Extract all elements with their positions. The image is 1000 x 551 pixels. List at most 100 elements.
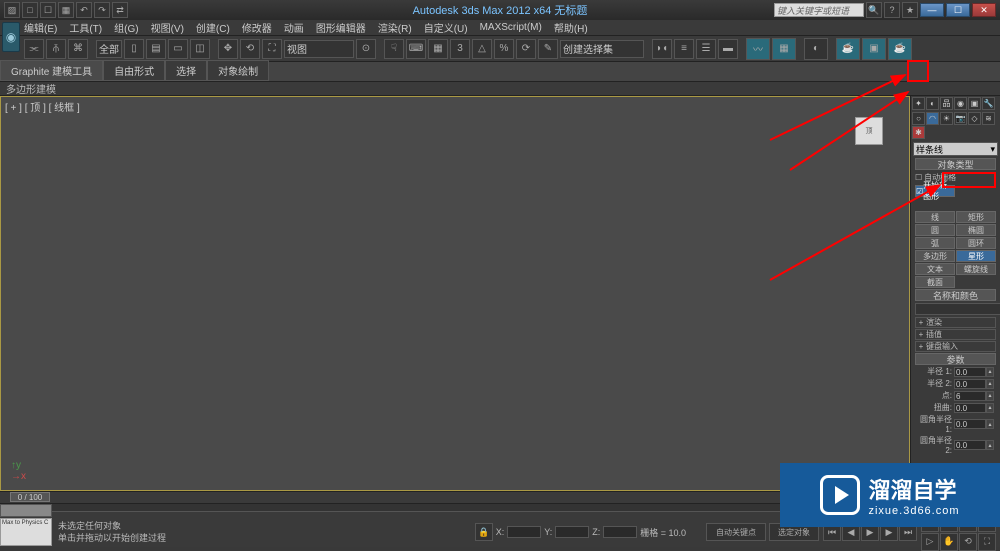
spinner-icon[interactable]: ▴	[986, 391, 994, 401]
radius1-input[interactable]: 0.0	[954, 367, 986, 377]
ribbon-icon[interactable]: ▬	[718, 39, 738, 59]
cat-systems-icon[interactable]: ✱	[912, 126, 925, 139]
link-icon[interactable]: ⇄	[112, 2, 128, 18]
help-icon[interactable]: ?	[884, 2, 900, 18]
distortion-input[interactable]: 0.0	[954, 403, 986, 413]
obj-btn-ellipse[interactable]: 椭圆	[956, 224, 996, 236]
obj-btn-section[interactable]: 截面	[915, 276, 955, 288]
tab-selection[interactable]: 选择	[165, 60, 207, 81]
fillet1-input[interactable]: 0.0	[954, 419, 986, 429]
cat-helpers-icon[interactable]: ◇	[968, 112, 981, 125]
coord-x-input[interactable]	[507, 526, 541, 538]
viewport[interactable]: [ + ] [ 顶 ] [ 线框 ] 顶 ↑y→x	[0, 96, 910, 491]
ref-coord-dropdown[interactable]: 视图	[284, 40, 354, 58]
tab-hierarchy-icon[interactable]: 品	[940, 97, 953, 110]
rollout-rendering[interactable]: +渲染	[915, 317, 996, 328]
close-button[interactable]: ✕	[972, 3, 996, 17]
menu-help[interactable]: 帮助(H)	[554, 20, 588, 35]
radius2-input[interactable]: 0.0	[954, 379, 986, 389]
app-menu-icon[interactable]: ▨	[4, 2, 20, 18]
subcategory-dropdown[interactable]: 样条线▾	[913, 142, 998, 156]
keyboard-icon[interactable]: ⌨	[406, 39, 426, 59]
edit-sel-icon[interactable]: ✎	[538, 39, 558, 59]
frame-indicator[interactable]: 0 / 100	[10, 492, 50, 502]
redo-icon[interactable]: ↷	[94, 2, 110, 18]
coord-z-input[interactable]	[603, 526, 637, 538]
render-icon[interactable]: ☕	[888, 38, 912, 60]
tab-graphite[interactable]: Graphite 建模工具	[0, 60, 103, 81]
selection-filter-dropdown[interactable]: 全部	[96, 40, 122, 58]
menu-rendering[interactable]: 渲染(R)	[378, 20, 412, 35]
points-input[interactable]: 6	[954, 391, 986, 401]
menu-group[interactable]: 组(G)	[114, 20, 138, 35]
viewcube[interactable]: 顶	[849, 117, 889, 157]
help-search-input[interactable]: 键入关键字或短语	[774, 3, 864, 17]
open-icon[interactable]: ☐	[40, 2, 56, 18]
rollout-keyboard-entry[interactable]: +键盘输入	[915, 341, 996, 352]
spinner-icon[interactable]: ▴	[986, 379, 994, 389]
auto-key-button[interactable]: 自动关键点	[706, 523, 766, 541]
pivot-icon[interactable]: ⊙	[356, 39, 376, 59]
app-logo-icon[interactable]: ◉	[2, 22, 20, 52]
obj-btn-circle[interactable]: 圆	[915, 224, 955, 236]
window-crossing-icon[interactable]: ◫	[190, 39, 210, 59]
obj-btn-donut[interactable]: 圆环	[956, 237, 996, 249]
menu-edit[interactable]: 编辑(E)	[24, 20, 57, 35]
rollout-name-color[interactable]: 名称和颜色	[915, 289, 996, 301]
material-editor-icon[interactable]: ◐	[804, 38, 828, 60]
tab-motion-icon[interactable]: ◉	[954, 97, 967, 110]
move-icon[interactable]: ✥	[218, 39, 238, 59]
script-button[interactable]: Max to Physics C	[0, 518, 52, 546]
tab-freeform[interactable]: 自由形式	[103, 60, 165, 81]
snap-icon[interactable]: 3	[450, 39, 470, 59]
curve-editor-icon[interactable]: 〰	[746, 38, 770, 60]
rollout-object-type[interactable]: 对象类型	[915, 158, 996, 170]
search-icon[interactable]: 🔍	[866, 2, 882, 18]
fillet2-input[interactable]: 0.0	[954, 440, 986, 450]
obj-btn-arc[interactable]: 弧	[915, 237, 955, 249]
menu-maxscript[interactable]: MAXScript(M)	[480, 22, 542, 33]
max-toggle-icon[interactable]: ⛶	[978, 533, 996, 551]
mirror-icon[interactable]: ◗◖	[652, 39, 672, 59]
cat-cameras-icon[interactable]: 📷	[954, 112, 967, 125]
orbit-icon[interactable]: ⟲	[959, 533, 977, 551]
obj-btn-text[interactable]: 文本	[915, 263, 955, 275]
lock-icon[interactable]: 🔒	[475, 523, 493, 541]
cat-spacewarps-icon[interactable]: ≋	[982, 112, 995, 125]
undo-icon[interactable]: ↶	[76, 2, 92, 18]
fov-icon[interactable]: ▷	[921, 533, 939, 551]
menu-grapheditors[interactable]: 图形编辑器	[316, 20, 366, 35]
manipulate-icon[interactable]: ☟	[384, 39, 404, 59]
star-icon[interactable]: ★	[902, 2, 918, 18]
spinner-icon[interactable]: ▴	[986, 419, 994, 429]
angle-snap-icon[interactable]: △	[472, 39, 492, 59]
select-icon[interactable]: ▯	[124, 39, 144, 59]
obj-btn-star[interactable]: 星形	[956, 250, 996, 262]
pan-icon[interactable]: ✋	[940, 533, 958, 551]
tab-modify-icon[interactable]: ◐	[926, 97, 939, 110]
percent-snap-icon[interactable]: %	[494, 39, 514, 59]
ribbon-panel-label[interactable]: 多边形建模	[0, 82, 1000, 96]
obj-btn-rectangle[interactable]: 矩形	[956, 211, 996, 223]
tab-create-icon[interactable]: ✦	[912, 97, 925, 110]
link-icon[interactable]: ⫘	[24, 39, 44, 59]
obj-btn-helix[interactable]: 螺旋线	[956, 263, 996, 275]
tab-utilities-icon[interactable]: 🔧	[982, 97, 995, 110]
viewport-label[interactable]: [ + ] [ 顶 ] [ 线框 ]	[5, 99, 80, 114]
menu-views[interactable]: 视图(V)	[151, 20, 184, 35]
track-toggle[interactable]	[0, 504, 52, 517]
obj-btn-newshape[interactable]: ☑ 开始新图形	[915, 185, 955, 197]
menu-modifiers[interactable]: 修改器	[242, 20, 272, 35]
coord-y-input[interactable]	[555, 526, 589, 538]
layer-icon[interactable]: ☰	[696, 39, 716, 59]
menu-customize[interactable]: 自定义(U)	[424, 20, 468, 35]
render-setup-icon[interactable]: ☕	[836, 38, 860, 60]
rotate-icon[interactable]: ⟲	[240, 39, 260, 59]
object-name-input[interactable]	[915, 303, 1000, 315]
rollout-parameters[interactable]: 参数	[915, 353, 996, 365]
bind-space-icon[interactable]: ⌘	[68, 39, 88, 59]
menu-animation[interactable]: 动画	[284, 20, 304, 35]
named-sel-icon[interactable]: ▦	[428, 39, 448, 59]
render-frame-icon[interactable]: ▣	[862, 38, 886, 60]
named-sel-set-dropdown[interactable]: 创建选择集	[560, 40, 644, 58]
